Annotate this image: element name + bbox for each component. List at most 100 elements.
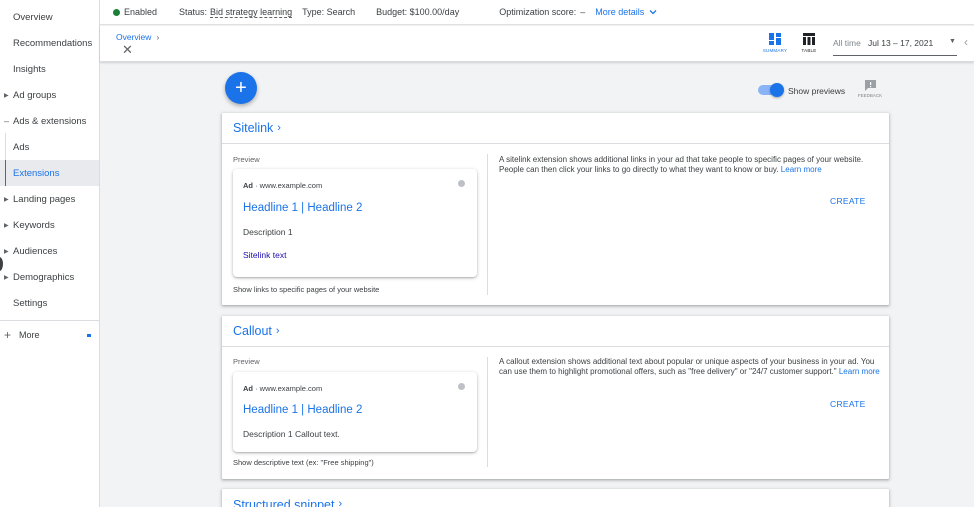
ad-description: Description 1 Callout text.: [243, 429, 340, 439]
ad-url: · www.example.com: [255, 384, 323, 393]
add-extension-button[interactable]: +: [225, 72, 257, 104]
toggle-knob: [770, 83, 784, 97]
chevron-down-icon: [649, 10, 657, 15]
sidebar-item-label: Audiences: [13, 245, 58, 257]
callout-card: Callout › Preview Ad · www.example.com H…: [222, 316, 889, 479]
ad-preview: Ad · www.example.com Headline 1 | Headli…: [233, 372, 477, 452]
date-range-underline: [833, 55, 957, 56]
learn-more-link[interactable]: Learn more: [839, 367, 880, 376]
sidebar-item-label: Ads: [13, 141, 30, 153]
caret-right-icon: ▶: [4, 222, 9, 229]
caret-right-icon: ▶: [4, 248, 9, 255]
more-details-button[interactable]: More details: [595, 6, 659, 18]
sidebar-item-label: Ads & extensions: [13, 115, 87, 127]
sidebar-more-label: More: [19, 330, 40, 340]
sidebar-item-keywords[interactable]: ▶ Keywords: [0, 212, 99, 238]
ad-label: Ad: [243, 384, 253, 393]
page-header: Overview › ✕ SUMMARY TABLE All time Jul …: [100, 26, 974, 62]
date-range-value[interactable]: Jul 13 – 17, 2021: [868, 38, 933, 48]
sidebar-item-insights[interactable]: Insights: [0, 56, 99, 82]
close-icon[interactable]: ✕: [122, 43, 133, 56]
structured-snippet-card: Structured snippet ›: [222, 489, 889, 507]
caret-right-icon: ▶: [4, 92, 9, 99]
sidebar: Overview Recommendations Insights ▶ Ad gr…: [0, 0, 100, 507]
chevron-right-icon: ›: [338, 498, 343, 507]
ad-url-line: Ad · www.example.com: [243, 384, 322, 393]
dropdown-arrow-icon[interactable]: ▼: [949, 38, 956, 45]
feedback-icon: [864, 80, 876, 91]
callout-card-title[interactable]: Callout ›: [222, 316, 889, 347]
status-value[interactable]: Bid strategy learning: [210, 7, 293, 18]
ad-headline: Headline 1 | Headline 2: [243, 202, 363, 214]
sidebar-item-label: Recommendations: [13, 37, 93, 49]
enabled-status: Enabled: [124, 7, 158, 17]
chevron-right-icon: ›: [275, 325, 280, 337]
more-details-label: More details: [595, 7, 645, 17]
optimization-score-value: –: [580, 7, 586, 17]
sidebar-item-label: Keywords: [13, 219, 55, 231]
breadcrumb[interactable]: Overview ›: [116, 32, 159, 42]
ad-description: Description 1: [243, 227, 293, 237]
extension-info: A callout extension shows additional tex…: [499, 357, 883, 377]
card-divider: [487, 154, 488, 295]
learn-more-link[interactable]: Learn more: [781, 165, 822, 174]
summary-view-button[interactable]: SUMMARY: [760, 33, 790, 53]
card-title-text: Structured snippet: [233, 498, 335, 507]
structured-snippet-card-title[interactable]: Structured snippet ›: [222, 489, 889, 507]
campaign-type: Type: Search: [302, 7, 356, 17]
create-sitelink-button[interactable]: CREATE: [830, 196, 866, 206]
preview-caption: Show descriptive text (ex: "Free shippin…: [233, 458, 374, 467]
sidebar-item-label: Ad groups: [13, 89, 57, 101]
extension-info: A sitelink extension shows additional li…: [499, 155, 883, 175]
sidebar-item-label: Demographics: [13, 271, 75, 283]
sidebar-item-ads[interactable]: Ads: [0, 134, 99, 160]
sidebar-item-ads-extensions[interactable]: – Ads & extensions: [0, 108, 99, 134]
caret-right-icon: ▶: [4, 196, 9, 203]
collapse-dash-icon: –: [4, 116, 10, 126]
sidebar-divider: [0, 320, 99, 321]
status-prefix: Status:: [179, 7, 208, 17]
sidebar-item-overview[interactable]: Overview: [0, 4, 99, 30]
preview-label: Preview: [233, 357, 260, 366]
campaign-status-bar: Enabled Status: Bid strategy learning Ty…: [100, 0, 974, 25]
sitelink-card-title[interactable]: Sitelink ›: [222, 113, 889, 144]
ad-url: · www.example.com: [255, 181, 323, 190]
feedback-button[interactable]: FEEDBACK: [855, 79, 885, 98]
sidebar-item-landing-pages[interactable]: ▶ Landing pages: [0, 186, 99, 212]
breadcrumb-overview[interactable]: Overview: [116, 32, 151, 42]
table-view-button[interactable]: TABLE: [794, 33, 824, 53]
info-dot-icon: [458, 383, 465, 390]
create-callout-button[interactable]: CREATE: [830, 399, 866, 409]
sidebar-more-button[interactable]: + More: [4, 328, 40, 342]
sidebar-item-label: Insights: [13, 63, 46, 75]
show-previews-toggle[interactable]: [758, 83, 784, 97]
ad-label: Ad: [243, 181, 253, 190]
enabled-status-icon: [113, 8, 120, 16]
plus-icon: +: [235, 76, 247, 99]
date-range-label: All time: [833, 38, 861, 48]
chevron-right-icon: ›: [156, 32, 160, 42]
preview-label: Preview: [233, 155, 260, 164]
info-dot-icon: [458, 180, 465, 187]
sitelink-card: Sitelink › Preview Ad · www.example.com …: [222, 113, 889, 305]
sidebar-item-label: Extensions: [13, 167, 60, 179]
chevron-right-icon: ›: [277, 122, 281, 134]
sidebar-item-ad-groups[interactable]: ▶ Ad groups: [0, 82, 99, 108]
sidebar-item-settings[interactable]: Settings: [0, 290, 99, 316]
card-title-text: Sitelink: [233, 121, 274, 135]
sidebar-item-recommendations[interactable]: Recommendations: [0, 30, 99, 56]
sidebar-item-label: Settings: [13, 297, 48, 309]
sidebar-item-audiences[interactable]: ▶ Audiences: [0, 238, 99, 264]
campaign-budget: Budget: $100.00/day: [376, 7, 460, 17]
sidebar-item-extensions[interactable]: Extensions: [0, 160, 99, 186]
ad-sitelink: Sitelink text: [243, 250, 287, 260]
show-previews-label: Show previews: [788, 86, 846, 96]
summary-icon: [769, 33, 781, 45]
ad-url-line: Ad · www.example.com: [243, 181, 322, 190]
sidebar-item-label: Landing pages: [13, 193, 76, 205]
chevron-left-icon[interactable]: ‹: [964, 35, 968, 49]
plus-icon: +: [4, 328, 12, 342]
sidebar-item-demographics[interactable]: ▶ Demographics: [0, 264, 99, 290]
card-divider: [487, 357, 488, 467]
ad-preview: Ad · www.example.com Headline 1 | Headli…: [233, 169, 477, 277]
